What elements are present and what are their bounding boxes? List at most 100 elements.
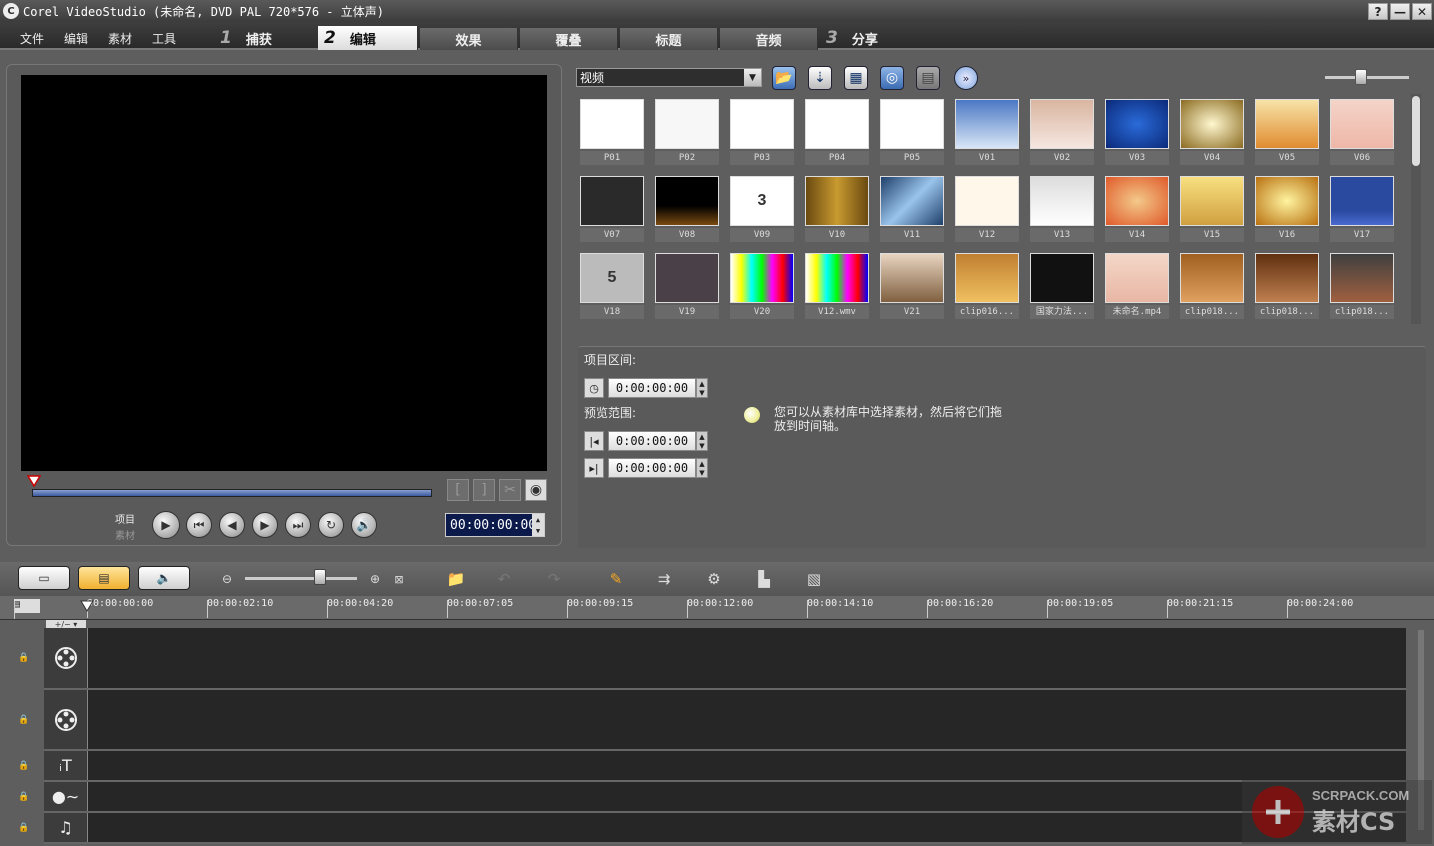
menu-file[interactable]: 文件 xyxy=(20,30,44,47)
range-end-field[interactable]: ▸| 0:00:00:00 ▲ ▼ xyxy=(584,458,708,478)
playhead-icon[interactable] xyxy=(80,600,94,612)
lock-icon[interactable]: 🔒 xyxy=(18,653,29,663)
library-view-icon[interactable]: ▦ xyxy=(844,66,868,90)
menu-tools[interactable]: 工具 xyxy=(152,30,176,47)
scrollbar-thumb[interactable] xyxy=(1412,96,1420,166)
library-thumbnail[interactable]: V13 xyxy=(1030,176,1094,244)
fit-project-icon[interactable]: ⊠ xyxy=(385,567,413,591)
library-thumbnail[interactable]: P04 xyxy=(805,99,869,167)
next-frame-icon[interactable]: ▶ xyxy=(252,512,278,538)
mark-in-button[interactable]: [ xyxy=(447,479,469,501)
duration-spinner[interactable]: ▲ ▼ xyxy=(696,378,708,398)
library-category-select[interactable]: 视频 ▼ xyxy=(576,68,762,87)
library-thumbnail[interactable]: V08 xyxy=(655,176,719,244)
range-start-field[interactable]: |◂ 0:00:00:00 ▲ ▼ xyxy=(584,431,708,451)
project-duration-field[interactable]: ◷ 0:00:00:00 ▲ ▼ xyxy=(584,378,708,398)
chevron-down-icon[interactable]: ▼ xyxy=(744,69,761,86)
library-thumbnail[interactable]: V01 xyxy=(955,99,1019,167)
library-thumbnail[interactable]: P05 xyxy=(880,99,944,167)
trim-marker-icon[interactable] xyxy=(27,475,41,487)
library-thumbnail[interactable]: V12.wmv xyxy=(805,253,869,321)
minimize-button[interactable]: — xyxy=(1390,3,1410,20)
expand-options-icon[interactable]: » xyxy=(954,66,978,90)
clip-mode-label[interactable]: 素材 xyxy=(115,527,135,542)
track-area[interactable] xyxy=(88,751,1406,780)
open-folder-icon[interactable]: 📂 xyxy=(772,66,796,90)
timecode-spinner[interactable]: ▲ ▼ xyxy=(532,514,544,536)
track-area[interactable] xyxy=(88,782,1406,811)
library-thumbnail[interactable]: V21 xyxy=(880,253,944,321)
mark-out-button[interactable]: ] xyxy=(473,479,495,501)
smart-proxy-icon[interactable]: ✎ xyxy=(602,567,630,591)
track-music[interactable]: ♫ xyxy=(44,813,1406,844)
library-thumbnail[interactable]: V10 xyxy=(805,176,869,244)
library-thumbnail[interactable]: V07 xyxy=(580,176,644,244)
timeline-zoom-track[interactable] xyxy=(245,577,357,580)
media-globe-icon[interactable]: ◎ xyxy=(880,66,904,90)
overlay-reel-icon[interactable] xyxy=(44,690,88,749)
music-icon[interactable]: ♫ xyxy=(44,813,88,842)
library-thumbnail[interactable]: clip018... xyxy=(1255,253,1319,321)
library-scrollbar[interactable] xyxy=(1411,94,1421,324)
library-thumbnail[interactable]: 3 V09 xyxy=(730,176,794,244)
timeline-ruler[interactable]: ▤ 00:00:00:00 00:00:02:10 00:00:04:20 00:00… xyxy=(0,596,1434,620)
library-thumbnail[interactable]: V06 xyxy=(1330,99,1394,167)
menu-clip[interactable]: 素材 xyxy=(108,30,132,47)
track-area[interactable] xyxy=(88,690,1406,749)
library-thumbnail[interactable]: P03 xyxy=(730,99,794,167)
volume-icon[interactable]: 🔊 xyxy=(351,512,377,538)
lock-icon[interactable]: 🔒 xyxy=(18,761,29,771)
library-thumbnail[interactable]: V12 xyxy=(955,176,1019,244)
enlarge-preview-icon[interactable]: ◉ xyxy=(525,479,547,501)
track-list-icon[interactable]: ▤ xyxy=(14,599,40,619)
repeat-icon[interactable]: ↻ xyxy=(318,512,344,538)
redo-icon[interactable]: ↷ xyxy=(540,567,568,591)
range-end-spinner[interactable]: ▲ ▼ xyxy=(696,458,708,478)
film-reel-icon[interactable] xyxy=(44,628,88,688)
library-thumbnail[interactable]: V17 xyxy=(1330,176,1394,244)
track-area[interactable] xyxy=(88,813,1406,842)
library-thumbnail[interactable]: clip016... xyxy=(955,253,1019,321)
track-title[interactable]: ᵢT xyxy=(44,751,1406,782)
lock-icon[interactable]: 🔒 xyxy=(18,715,29,725)
insert-media-icon[interactable]: 📁 xyxy=(442,567,470,591)
library-thumbnail[interactable]: V11 xyxy=(880,176,944,244)
library-thumbnail[interactable]: 国家力法... xyxy=(1030,253,1094,321)
lock-icon[interactable]: 🔒 xyxy=(18,823,29,833)
library-thumbnail[interactable]: V15 xyxy=(1180,176,1244,244)
track-overlay[interactable] xyxy=(44,690,1406,751)
library-thumbnail[interactable]: V14 xyxy=(1105,176,1169,244)
library-thumbnail[interactable]: V16 xyxy=(1255,176,1319,244)
batch-convert-icon[interactable]: ⇉ xyxy=(650,567,678,591)
tab-title[interactable]: 标题 xyxy=(620,28,718,50)
timeline-zoom-thumb[interactable] xyxy=(314,569,326,585)
range-start-value[interactable]: 0:00:00:00 xyxy=(608,431,696,451)
library-manager-icon[interactable]: ▤ xyxy=(916,66,940,90)
go-start-icon[interactable]: ⏮ xyxy=(186,512,212,538)
preview-screen[interactable] xyxy=(21,75,547,471)
timeline-view-button[interactable]: ▤ xyxy=(78,566,130,590)
project-mode-label[interactable]: 项目 xyxy=(115,511,135,526)
library-thumbnail[interactable]: P01 xyxy=(580,99,644,167)
undo-icon[interactable]: ↶ xyxy=(490,567,518,591)
close-button[interactable]: ✕ xyxy=(1412,3,1432,20)
title-icon[interactable]: ᵢT xyxy=(44,751,88,780)
library-thumbnail[interactable]: V19 xyxy=(655,253,719,321)
thumbnail-zoom-track[interactable] xyxy=(1325,76,1409,79)
chapter-icon[interactable]: ▙ xyxy=(750,567,778,591)
library-thumbnail[interactable]: V04 xyxy=(1180,99,1244,167)
library-thumbnail[interactable]: clip018... xyxy=(1330,253,1394,321)
tab-share[interactable]: 3 分享 xyxy=(826,26,878,50)
thumbnail-zoom-thumb[interactable] xyxy=(1355,69,1367,85)
track-voice[interactable]: ●∼ xyxy=(44,782,1406,813)
library-thumbnail[interactable]: P02 xyxy=(655,99,719,167)
track-video[interactable] xyxy=(44,628,1406,690)
audio-view-button[interactable]: 🔈 xyxy=(138,566,190,590)
storyboard-view-button[interactable]: ▭ xyxy=(18,566,70,590)
voice-icon[interactable]: ●∼ xyxy=(44,782,88,811)
go-end-icon[interactable]: ⏭ xyxy=(285,512,311,538)
help-button[interactable]: ? xyxy=(1368,3,1388,20)
tab-overlay[interactable]: 覆叠 xyxy=(520,28,618,50)
library-thumbnail[interactable]: 未命名.mp4 xyxy=(1105,253,1169,321)
cut-clip-icon[interactable]: ✂ xyxy=(499,479,521,501)
